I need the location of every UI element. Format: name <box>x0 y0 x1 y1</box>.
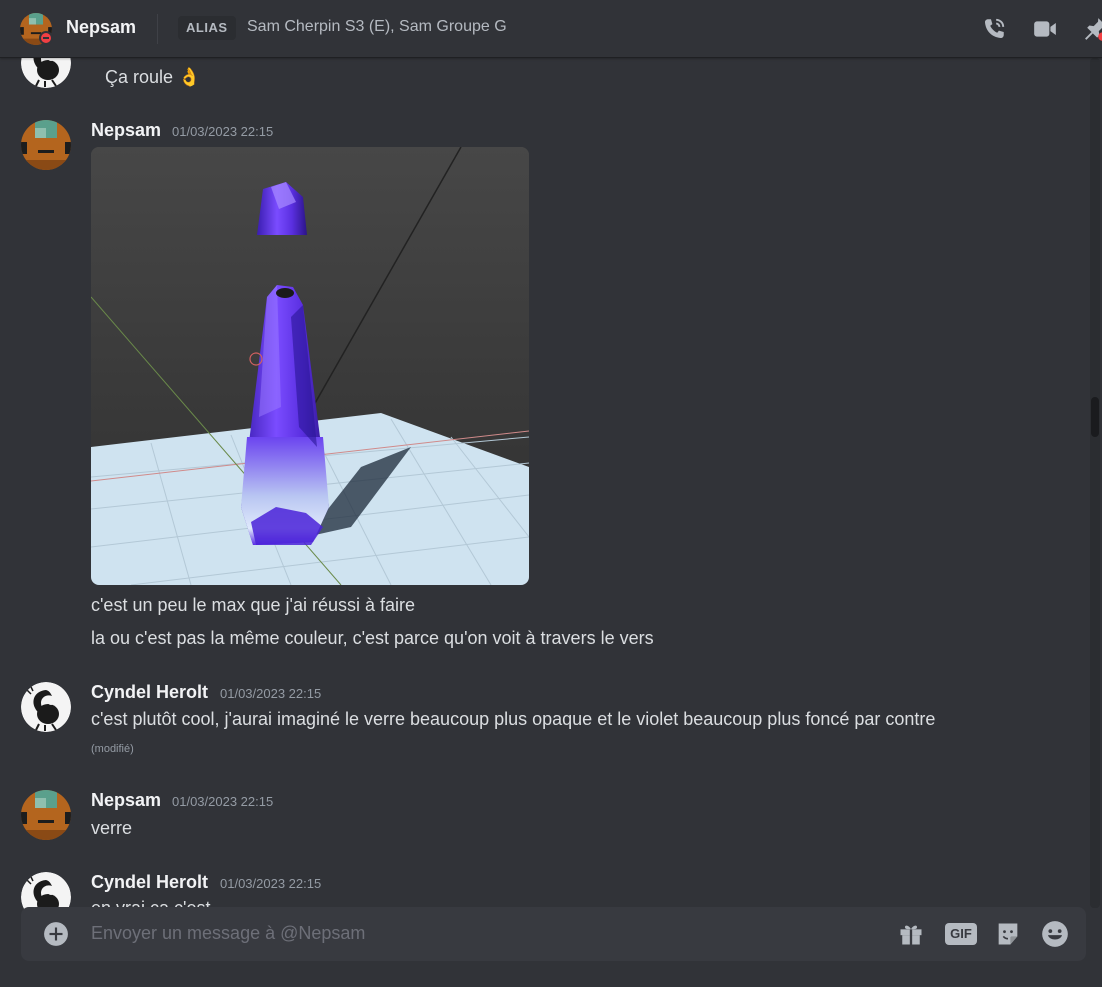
message-author[interactable]: Cyndel Herolt <box>91 872 208 893</box>
video-camera-icon[interactable] <box>1032 16 1058 42</box>
channel-header: Nepsam ALIAS Sam Cherpin S3 (E), Sam Gro… <box>0 0 1102 58</box>
message-timestamp: 01/03/2023 22:15 <box>220 686 322 701</box>
pin-icon[interactable] <box>1082 16 1102 42</box>
message-composer[interactable]: Envoyer un message à @Nepsam GIF <box>21 907 1086 961</box>
dm-user-name[interactable]: Nepsam <box>66 17 136 38</box>
alias-badge: ALIAS <box>178 16 236 40</box>
emoji-icon[interactable] <box>1041 920 1069 948</box>
cyndel-avatar[interactable] <box>21 872 71 910</box>
message-text: verre <box>91 818 133 838</box>
phone-call-icon[interactable] <box>981 16 1007 42</box>
message-text: c'est plutôt cool, j'aurai imaginé le ve… <box>91 709 936 729</box>
nepsam-avatar[interactable] <box>21 120 71 170</box>
add-attachment-icon[interactable] <box>43 921 69 947</box>
message-author[interactable]: Cyndel Herolt <box>91 682 208 703</box>
message-input[interactable]: Envoyer un message à @Nepsam <box>91 923 365 944</box>
image-attachment[interactable] <box>91 147 529 585</box>
scrollbar-track[interactable] <box>1090 58 1100 908</box>
nepsam-avatar[interactable] <box>21 790 71 840</box>
gif-label: GIF <box>945 923 977 945</box>
message-list: Ça roule 👌 Nepsam 01/03/2023 22:15 c'est… <box>0 58 1090 910</box>
message-text: Ça roule 👌 <box>105 67 201 87</box>
message-timestamp: 01/03/2023 22:15 <box>220 876 322 891</box>
cyndel-avatar[interactable] <box>21 682 71 732</box>
cyndel-avatar[interactable] <box>21 58 71 88</box>
edited-label: (modifié) <box>91 743 134 755</box>
header-divider <box>157 14 158 44</box>
gif-icon[interactable]: GIF <box>945 920 977 948</box>
dnd-status-icon <box>39 31 53 45</box>
gift-icon[interactable] <box>897 920 925 948</box>
message-text: c'est un peu le max que j'ai réussi à fa… <box>91 595 416 615</box>
message-text: la ou c'est pas la même couleur, c'est p… <box>91 628 654 648</box>
message-author[interactable]: Nepsam <box>91 120 161 141</box>
message-author[interactable]: Nepsam <box>91 790 161 811</box>
scrollbar-thumb[interactable] <box>1091 397 1099 437</box>
message-timestamp: 01/03/2023 22:15 <box>172 124 274 139</box>
sticker-icon[interactable] <box>994 920 1022 948</box>
message-timestamp: 01/03/2023 22:15 <box>172 794 274 809</box>
alias-names: Sam Cherpin S3 (E), Sam Groupe G <box>247 18 507 35</box>
